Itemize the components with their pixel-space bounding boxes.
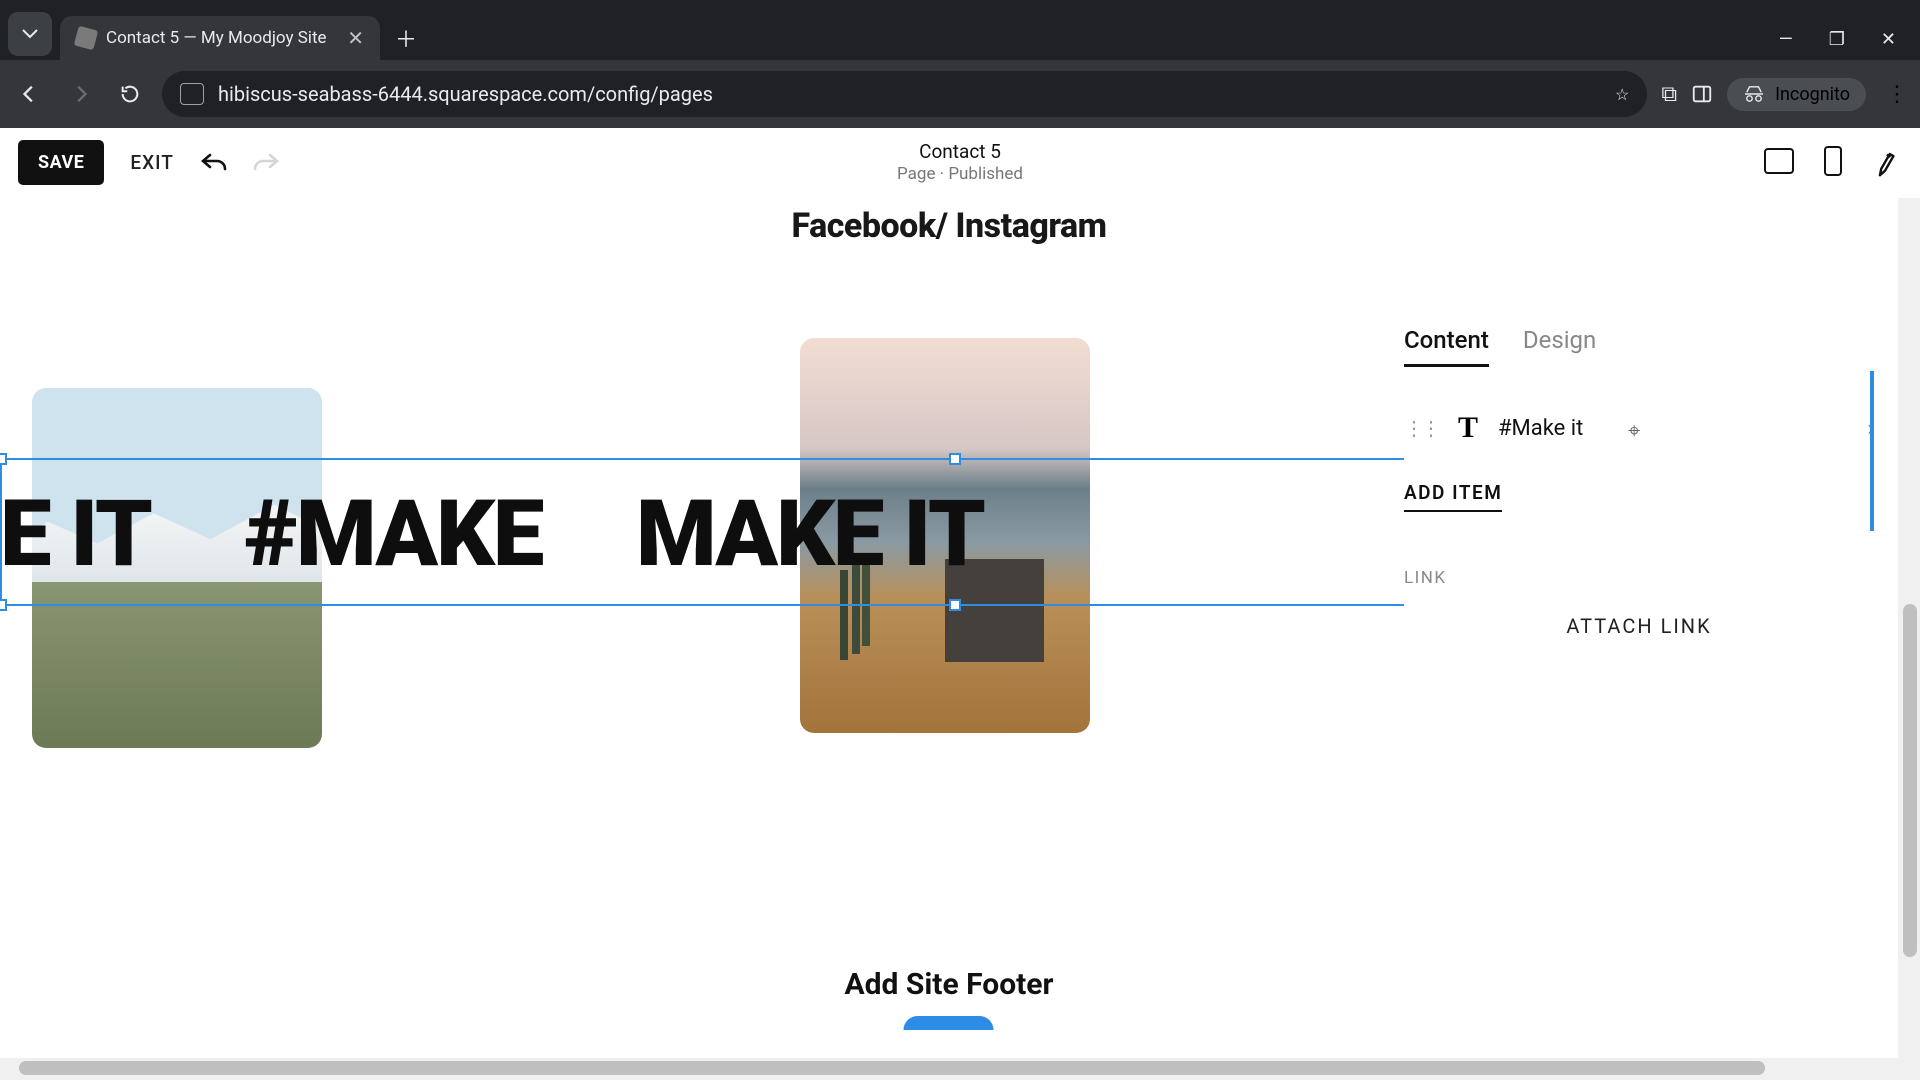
tab-design[interactable]: Design <box>1523 326 1596 367</box>
tab-title: Contact 5 — My Moodjoy Site <box>106 28 327 48</box>
paintbrush-icon <box>1869 144 1906 181</box>
back-button[interactable] <box>12 76 48 112</box>
editor-canvas-area: Facebook/ Instagram E IT #MAKE MAKE IT A… <box>0 198 1920 1080</box>
window-maximize-icon[interactable]: ❐ <box>1829 29 1845 50</box>
content-item-row[interactable]: ⋮⋮ T #Make it ⌖ › <box>1404 375 1874 453</box>
incognito-badge[interactable]: Incognito <box>1727 78 1866 111</box>
arrow-right-icon <box>69 83 91 105</box>
redo-icon <box>252 151 280 175</box>
desktop-icon <box>1764 148 1794 174</box>
resize-handle-tm[interactable] <box>949 453 961 465</box>
browser-tab-strip: Contact 5 — My Moodjoy Site ✕ ＋ ― ❐ ✕ <box>0 0 1920 60</box>
selection-outline[interactable] <box>0 458 1410 606</box>
horizontal-scrollbar[interactable] <box>0 1058 1898 1080</box>
close-tab-icon[interactable]: ✕ <box>347 26 364 50</box>
browser-tab[interactable]: Contact 5 — My Moodjoy Site ✕ <box>60 16 380 60</box>
drag-handle-icon[interactable]: ⋮⋮ <box>1404 416 1438 440</box>
window-close-icon[interactable]: ✕ <box>1881 29 1896 50</box>
exit-button[interactable]: EXIT <box>130 151 173 174</box>
browser-toolbar: hibiscus-seabass-6444.squarespace.com/co… <box>0 60 1920 128</box>
site-info-icon[interactable] <box>180 83 204 105</box>
editor-toolbar: SAVE EXIT Contact 5 Page · Published <box>0 128 1920 198</box>
content-item-label: #Make it <box>1498 416 1583 441</box>
add-footer-label: Add Site Footer <box>845 967 1054 1002</box>
page-status: Page · Published <box>897 164 1023 184</box>
resize-handle-tl[interactable] <box>0 453 7 465</box>
extensions-icon[interactable]: ⧉ <box>1661 82 1677 107</box>
window-minimize-icon[interactable]: ― <box>1779 29 1793 50</box>
scroll-thumb[interactable] <box>1903 604 1917 957</box>
mobile-view-button[interactable] <box>1824 146 1842 180</box>
resize-handle-bm[interactable] <box>949 599 961 611</box>
attach-link-button[interactable]: ATTACH LINK <box>1404 614 1874 638</box>
add-item-button[interactable]: ADD ITEM <box>1404 481 1502 512</box>
reload-icon <box>119 83 141 105</box>
browser-menu-icon[interactable]: ⋮ <box>1880 82 1908 107</box>
add-site-footer[interactable]: Add Site Footer <box>845 967 1054 1030</box>
address-bar[interactable]: hibiscus-seabass-6444.squarespace.com/co… <box>162 71 1647 117</box>
incognito-icon <box>1743 85 1765 103</box>
redo-button <box>252 151 280 175</box>
mobile-icon <box>1824 146 1842 176</box>
resize-handle-bl[interactable] <box>0 599 7 611</box>
undo-button[interactable] <box>200 151 228 175</box>
add-footer-button[interactable] <box>904 1016 994 1030</box>
panel-selection-edge <box>1870 371 1874 531</box>
page-title: Contact 5 <box>897 141 1023 164</box>
tab-content[interactable]: Content <box>1404 326 1489 367</box>
save-button[interactable]: SAVE <box>18 140 104 185</box>
text-type-icon: T <box>1458 411 1478 445</box>
desktop-view-button[interactable] <box>1764 148 1794 178</box>
incognito-label: Incognito <box>1775 84 1850 105</box>
styles-button[interactable] <box>1869 144 1906 181</box>
scroll-thumb[interactable] <box>19 1061 1765 1075</box>
social-heading[interactable]: Facebook/ Instagram <box>792 206 1107 246</box>
forward-button[interactable] <box>62 76 98 112</box>
tab-favicon <box>74 26 98 50</box>
new-tab-button[interactable]: ＋ <box>388 20 424 56</box>
arrow-left-icon <box>19 83 41 105</box>
page-meta: Contact 5 Page · Published <box>897 141 1023 184</box>
chevron-down-icon <box>22 29 38 39</box>
block-settings-panel: Content Design ⋮⋮ T #Make it ⌖ › ADD ITE… <box>1404 326 1874 1046</box>
page-canvas[interactable]: Facebook/ Instagram E IT #MAKE MAKE IT A… <box>0 198 1898 1080</box>
undo-icon <box>200 151 228 175</box>
cursor-pointer-icon: ⌖ <box>1628 419 1640 444</box>
link-section-label: LINK <box>1404 568 1874 588</box>
panel-tabs: Content Design <box>1404 326 1874 367</box>
bookmark-star-icon[interactable]: ☆ <box>1615 85 1629 104</box>
vertical-scrollbar[interactable] <box>1898 198 1920 1080</box>
url-text: hibiscus-seabass-6444.squarespace.com/co… <box>218 82 713 106</box>
reload-button[interactable] <box>112 76 148 112</box>
side-panel-icon[interactable] <box>1691 83 1713 105</box>
tab-search-button[interactable] <box>8 12 52 56</box>
